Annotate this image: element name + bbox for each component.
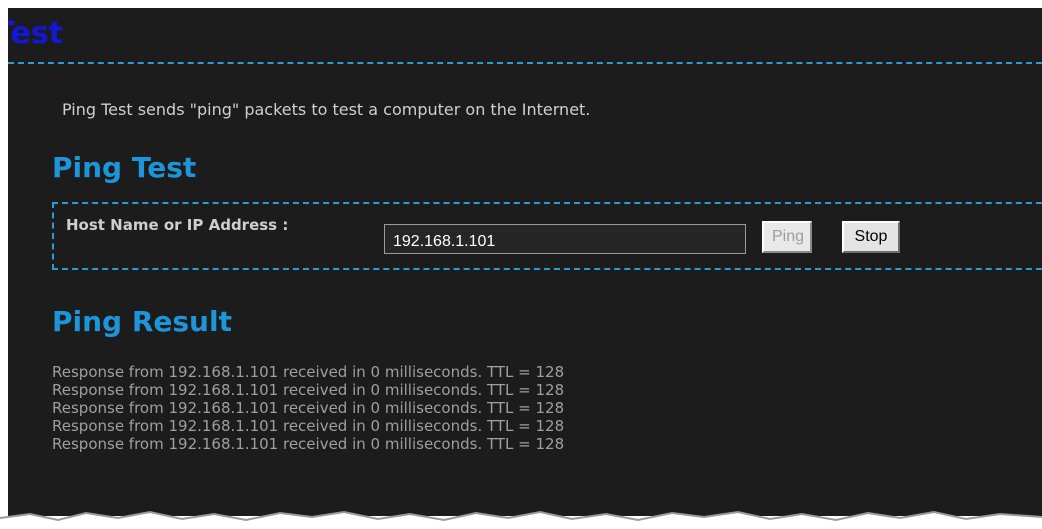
ping-result-list: Response from 192.168.1.101 received in … <box>52 363 564 453</box>
heading-divider <box>8 62 1042 64</box>
ping-result-line: Response from 192.168.1.101 received in … <box>52 381 565 399</box>
intro-text: Ping Test sends "ping" packets to test a… <box>62 100 591 119</box>
torn-paper-edge <box>0 510 1042 529</box>
stop-button[interactable]: Stop <box>842 221 900 253</box>
ping-result-line: Response from 192.168.1.101 received in … <box>52 435 565 453</box>
ping-result-line: Response from 192.168.1.101 received in … <box>52 399 565 417</box>
ping-result-line: Response from 192.168.1.101 received in … <box>52 417 565 435</box>
ping-test-title: Ping Test <box>52 151 197 184</box>
ping-result-line: Response from 192.168.1.101 received in … <box>52 363 565 381</box>
ping-test-page: Test Ping Test sends "ping" packets to t… <box>8 8 1042 516</box>
host-label: Host Name or IP Address : <box>66 216 289 234</box>
ping-result-title: Ping Result <box>52 305 232 338</box>
page-heading: Test <box>8 16 64 51</box>
ping-form: Host Name or IP Address : Ping Stop <box>52 202 1042 270</box>
host-input[interactable] <box>384 224 746 254</box>
ping-button[interactable]: Ping <box>762 221 812 253</box>
